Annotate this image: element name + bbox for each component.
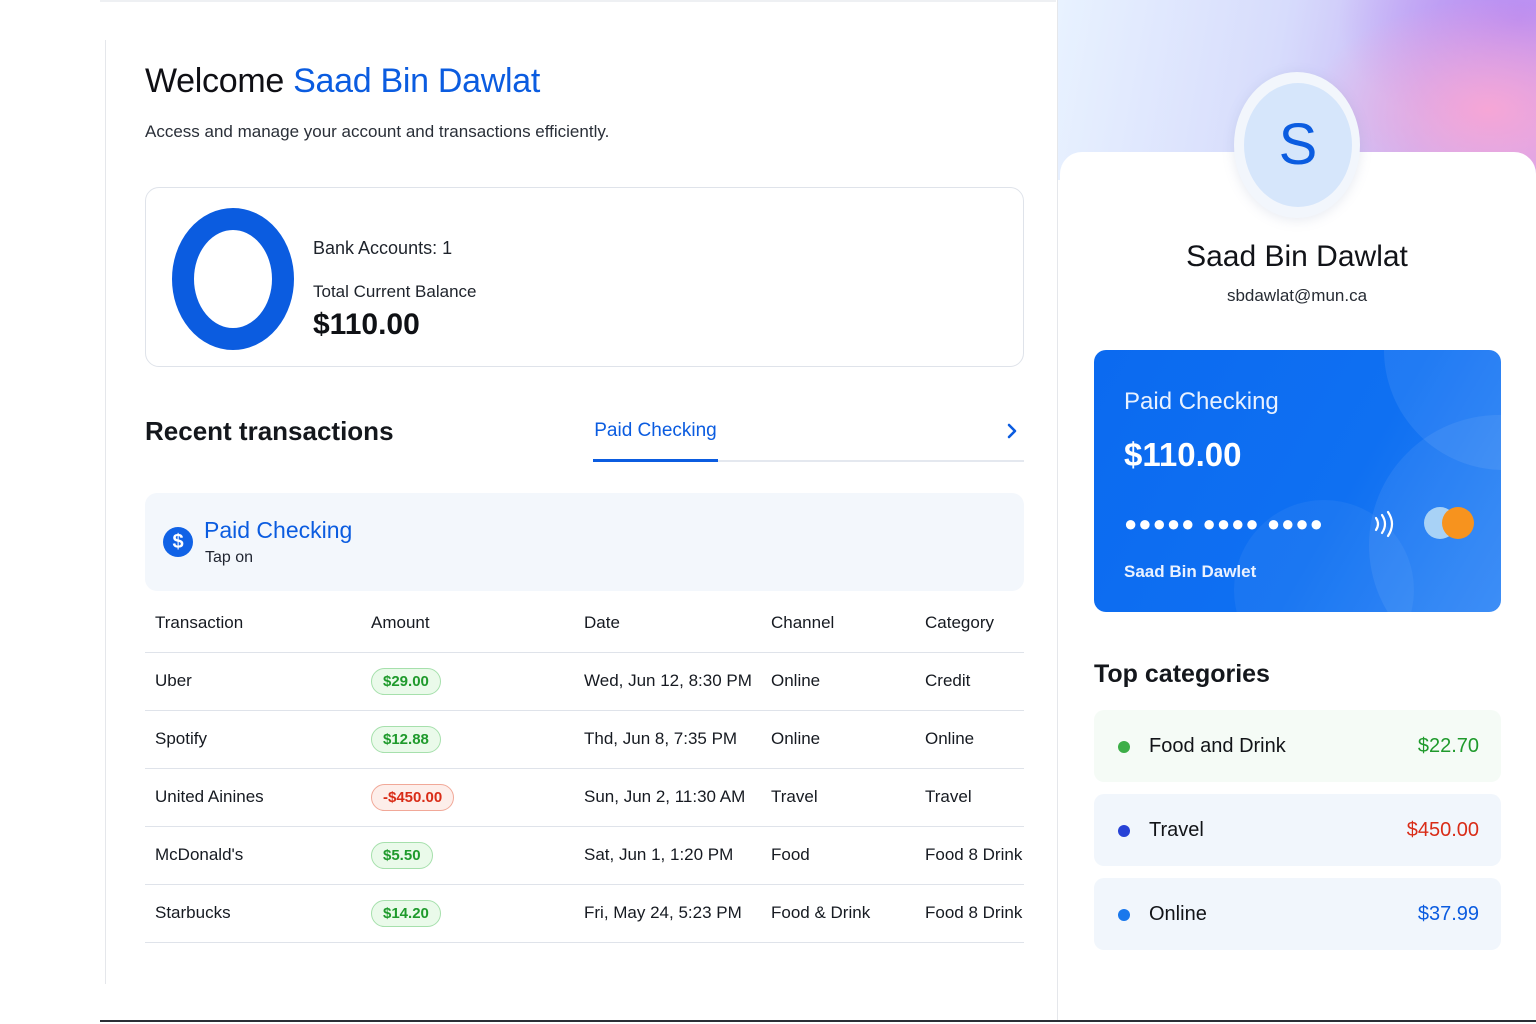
category-dot xyxy=(1118,909,1130,921)
transaction-name: Spotify xyxy=(145,710,358,769)
category-dot xyxy=(1118,741,1130,753)
transaction-category: Credit xyxy=(925,652,1024,711)
main-left-border xyxy=(105,40,106,984)
welcome-prefix: Welcome xyxy=(145,62,284,100)
transaction-channel: Online xyxy=(761,710,925,769)
category-row-online[interactable]: Online $37.99 xyxy=(1094,878,1501,950)
transaction-date: Fri, May 24, 5:23 PM xyxy=(574,884,761,943)
card-number-mask: ●●●●● ●●●● ●●●● xyxy=(1124,511,1324,536)
category-amount: $22.70 xyxy=(1417,735,1479,757)
bank-accounts-count: Bank Accounts: 1 xyxy=(313,238,453,258)
transaction-date: Sun, Jun 2, 11:30 AM xyxy=(574,768,761,827)
total-balance-value: $110.00 xyxy=(313,308,420,341)
welcome-user-name: Saad Bin Dawlat xyxy=(293,62,541,100)
contactless-icon xyxy=(1374,510,1394,538)
recent-transactions-title: Recent transactions xyxy=(145,416,394,446)
column-header-channel: Channel xyxy=(761,594,925,653)
balance-summary-card: Bank Accounts: 1 Total Current Balance $… xyxy=(145,187,1024,367)
card-balance: $110.00 xyxy=(1124,436,1242,473)
category-label: Food and Drink xyxy=(1149,735,1286,757)
table-row[interactable]: McDonald's $5.50 Sat, Jun 1, 1:20 PM Foo… xyxy=(145,826,1024,885)
page-title: Welcome Saad Bin Dawlat xyxy=(145,62,540,101)
table-row[interactable]: Starbucks $14.20 Fri, May 24, 5:23 PM Fo… xyxy=(145,884,1024,943)
banner-subtitle: Tap on xyxy=(205,549,254,566)
donut-ring xyxy=(172,208,294,350)
transaction-channel: Food & Drink xyxy=(761,884,925,943)
category-row-travel[interactable]: Travel $450.00 xyxy=(1094,794,1501,866)
avatar[interactable]: S xyxy=(1244,83,1352,207)
category-dot xyxy=(1118,825,1130,837)
dollar-icon: $ xyxy=(163,527,193,557)
transaction-category: Food 8 Drink xyxy=(925,826,1024,885)
mastercard-icon xyxy=(1424,507,1474,539)
profile-name: Saad Bin Dawlat xyxy=(1186,240,1408,273)
bank-card[interactable]: Paid Checking $110.00 ●●●●● ●●●● ●●●● Sa… xyxy=(1094,350,1501,612)
transaction-name: United Ainines xyxy=(145,768,358,827)
amount-badge: $14.20 xyxy=(371,899,441,927)
balance-donut-chart xyxy=(172,208,294,350)
transactions-table: Transaction Amount Date Channel Category… xyxy=(145,594,1024,943)
table-row[interactable]: Spotify $12.88 Thd, Jun 8, 7:35 PM Onlin… xyxy=(145,710,1024,769)
table-row[interactable]: Uber $29.00 Wed, Jun 12, 8:30 PM Online … xyxy=(145,652,1024,711)
card-account-name: Paid Checking xyxy=(1124,388,1279,415)
table-header-row: Transaction Amount Date Channel Category xyxy=(145,594,1024,653)
transaction-category: Travel xyxy=(925,768,1024,827)
bottom-divider xyxy=(100,1020,1536,1022)
chevron-right-icon[interactable] xyxy=(1002,420,1022,442)
transaction-category: Online xyxy=(925,710,1024,769)
amount-badge: $29.00 xyxy=(371,667,441,695)
column-header-category: Category xyxy=(925,594,1024,653)
transaction-channel: Food xyxy=(761,826,925,885)
category-amount: $450.00 xyxy=(1406,819,1479,841)
category-label: Online xyxy=(1149,903,1207,925)
main-content: Welcome Saad Bin Dawlat Access and manag… xyxy=(145,0,1025,1020)
column-header-date: Date xyxy=(574,594,761,653)
transaction-name: McDonald's xyxy=(145,826,358,885)
transaction-category: Food 8 Drink xyxy=(925,884,1024,943)
page-subtitle: Access and manage your account and trans… xyxy=(145,122,610,141)
amount-badge: -$450.00 xyxy=(371,783,455,811)
amount-badge: $12.88 xyxy=(371,725,441,753)
transaction-channel: Online xyxy=(761,652,925,711)
column-header-transaction: Transaction xyxy=(145,594,358,653)
profile-sidebar: S Saad Bin Dawlat sbdawlat@mun.ca Paid C… xyxy=(1058,0,1536,1020)
category-row-food-and-drink[interactable]: Food and Drink $22.70 xyxy=(1094,710,1501,782)
profile-email: sbdawlat@mun.ca xyxy=(1226,286,1368,305)
account-tabs: Paid Checking xyxy=(593,410,1024,462)
category-amount: $37.99 xyxy=(1417,903,1479,925)
amount-badge: $5.50 xyxy=(371,841,433,869)
account-banner[interactable]: $ Paid Checking Tap on xyxy=(145,493,1024,591)
transaction-date: Wed, Jun 12, 8:30 PM xyxy=(574,652,761,711)
top-categories-title: Top categories xyxy=(1094,660,1270,688)
total-balance-label: Total Current Balance xyxy=(313,282,477,301)
table-row[interactable]: United Ainines -$450.00 Sun, Jun 2, 11:3… xyxy=(145,768,1024,827)
tab-paid-checking[interactable]: Paid Checking xyxy=(593,420,718,462)
column-header-amount: Amount xyxy=(358,594,574,653)
banner-account-name: Paid Checking xyxy=(204,517,353,543)
transaction-date: Thd, Jun 8, 7:35 PM xyxy=(574,710,761,769)
transaction-name: Starbucks xyxy=(145,884,358,943)
transaction-date: Sat, Jun 1, 1:20 PM xyxy=(574,826,761,885)
transaction-channel: Travel xyxy=(761,768,925,827)
category-label: Travel xyxy=(1149,819,1204,841)
card-holder-name: Saad Bin Dawlet xyxy=(1124,562,1257,581)
transaction-name: Uber xyxy=(145,652,358,711)
